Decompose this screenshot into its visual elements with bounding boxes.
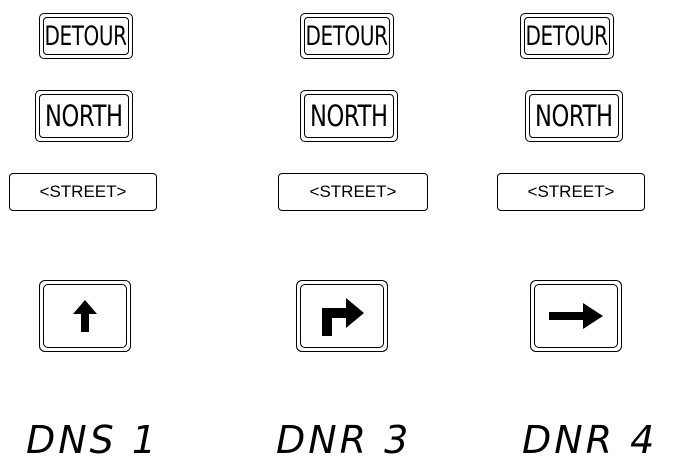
sign-label: DNR 3	[276, 418, 412, 462]
street-plate: <STREET>	[9, 173, 157, 211]
right-arrow-icon	[549, 303, 603, 329]
sign-label: DNR 4	[522, 418, 658, 462]
direction-text: NORTH	[535, 99, 613, 133]
street-plate: <STREET>	[278, 173, 428, 211]
sign-assembly-dns-1: DETOUR NORTH <STREET> DNS 1	[0, 0, 200, 466]
arrow-plate	[39, 280, 131, 352]
street-text: <STREET>	[309, 182, 397, 201]
street-text: <STREET>	[527, 182, 615, 201]
street-plate: <STREET>	[497, 173, 645, 211]
detour-text: DETOUR	[305, 20, 389, 52]
detour-plate: DETOUR	[39, 13, 133, 59]
street-text: <STREET>	[39, 182, 127, 201]
sign-assembly-dnr-3: DETOUR NORTH <STREET> DNR 3	[240, 0, 440, 466]
direction-text: NORTH	[45, 99, 123, 133]
sign-label: DNS 1	[26, 418, 160, 462]
detour-plate: DETOUR	[520, 13, 614, 59]
arrow-plate	[296, 280, 388, 352]
direction-text: NORTH	[310, 99, 388, 133]
detour-plate: DETOUR	[300, 13, 394, 59]
direction-plate: NORTH	[525, 90, 623, 142]
direction-plate: NORTH	[35, 90, 133, 142]
detour-text: DETOUR	[44, 20, 128, 52]
up-arrow-icon	[73, 300, 97, 332]
direction-plate: NORTH	[300, 90, 398, 142]
turn-right-arrow-icon	[322, 298, 364, 336]
detour-text: DETOUR	[525, 20, 609, 52]
arrow-plate	[530, 280, 622, 352]
sign-assembly-dnr-4: DETOUR NORTH <STREET> DNR 4	[480, 0, 680, 466]
